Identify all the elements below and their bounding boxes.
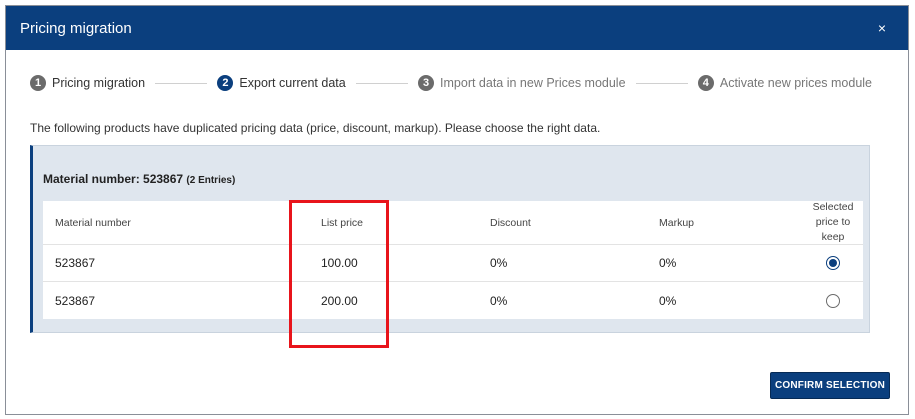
duplicate-group-panel: Material number: 523867 (2 Entries) Mate… [30,145,870,333]
table-row: 523867 100.00 0% 0% [43,245,863,282]
duplicates-table: Material number List price Discount Mark… [43,201,863,319]
step-label: Pricing migration [52,76,146,90]
wizard-stepper: 1 Pricing migration 2 Export current dat… [30,72,872,94]
radio-dot [829,259,837,267]
step-label: Activate new prices module [719,76,873,90]
step-number: 1 [30,75,46,91]
step-number: 4 [697,75,714,91]
step-number: 2 [217,75,234,91]
group-title: Material number: 523867 (2 Entries) [43,172,235,186]
step-label: Import data in new Prices module [440,76,626,90]
step-label: Export current data [239,76,346,90]
group-entries-count: (2 Entries) [186,175,236,186]
step-number: 3 [418,75,435,91]
column-header-material-number: Material number [55,216,131,229]
step-activate-prices-module: 4 Activate new prices module [697,75,873,91]
step-import-data: 3 Import data in new Prices module [418,75,626,91]
group-title-text: Material number: 523867 [43,172,184,186]
cell-markup: 0% [659,256,677,270]
intro-text: The following products have duplicated p… [30,121,601,135]
cell-material-number: 523867 [55,256,96,270]
step-connector [635,82,688,84]
cell-selected [803,282,863,319]
select-price-radio[interactable] [826,293,840,308]
cell-selected [803,245,863,281]
cell-material-number: 523867 [55,293,96,308]
confirm-selection-button[interactable]: CONFIRM SELECTION [770,372,890,399]
cell-discount: 0% [490,256,508,270]
column-header-markup: Markup [659,216,695,229]
cell-markup: 0% [659,293,677,308]
step-pricing-migration: 1 Pricing migration [30,75,145,91]
dialog-header: Pricing migration × [6,6,908,50]
column-header-selected: Selected price to keep [812,201,854,243]
cell-discount: 0% [490,293,508,308]
select-price-radio[interactable] [826,256,840,270]
table-header-row: Material number List price Discount Mark… [43,201,863,245]
list-price-highlight-box [289,200,389,348]
step-connector [155,82,208,84]
table-row: 523867 200.00 0% 0% [43,282,863,319]
dialog-title: Pricing migration [20,19,132,37]
step-connector [355,82,409,84]
step-export-current-data: 2 Export current data [217,75,346,91]
column-header-discount: Discount [490,216,531,229]
close-icon[interactable]: × [870,16,894,40]
